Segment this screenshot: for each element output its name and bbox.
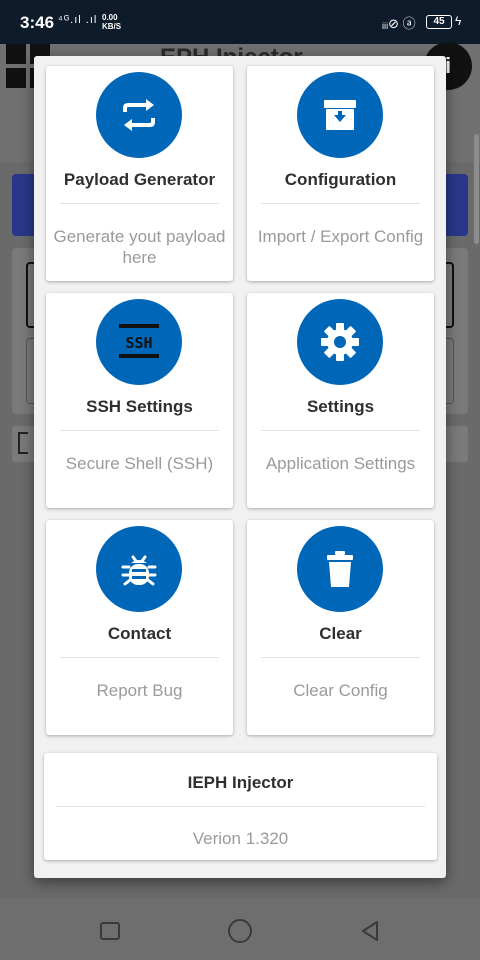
network-speed-unit: KB/S — [102, 22, 122, 31]
ssh-label: SSH — [125, 334, 152, 352]
payload-generator-title: Payload Generator — [63, 170, 216, 189]
scrollbar — [474, 134, 479, 244]
bug-icon — [121, 555, 157, 586]
clear-card[interactable]: Clear Clear Config — [247, 520, 434, 735]
charging-icon: ϟ — [455, 14, 462, 28]
ssh-settings-icon-circle: SSH — [96, 299, 182, 385]
app-version: Verion 1.320 — [192, 829, 289, 848]
menu-dialog: Payload Generator Generate yout payload … — [34, 56, 446, 878]
recents-button[interactable] — [100, 922, 120, 940]
back-button[interactable] — [358, 919, 382, 943]
contact-title: Contact — [107, 624, 172, 643]
archive-box-icon — [324, 100, 356, 130]
ssh-settings-subtitle: Secure Shell (SSH) — [65, 454, 214, 473]
contact-icon-circle — [96, 526, 182, 612]
card-divider — [60, 203, 219, 204]
contact-subtitle: Report Bug — [96, 681, 183, 700]
ssh-icon: SSH — [119, 324, 159, 358]
configuration-title: Configuration — [284, 170, 397, 189]
signal-icon: ⁴ᴳ.ıl .ıl — [58, 14, 98, 26]
battery-icon: 45 — [426, 15, 452, 29]
settings-subtitle: Application Settings — [265, 454, 416, 473]
status-time: 3:46 — [20, 13, 55, 32]
card-divider — [261, 430, 420, 431]
card-divider — [60, 430, 219, 431]
bracket-icon — [18, 432, 28, 454]
trash-icon — [327, 551, 353, 587]
swap-arrows-icon — [123, 99, 155, 131]
configuration-card[interactable]: Configuration Import / Export Config — [247, 66, 434, 281]
status-bar: 3:46 ⁴ᴳ.ıl .ıl 0.00 KB/S ᵢᵢᵢ⊘ ⓐ 45 ϟ — [0, 0, 480, 44]
about-card: IEPH Injector Verion 1.320 — [44, 753, 437, 860]
contact-card[interactable]: Contact Report Bug — [46, 520, 233, 735]
payload-generator-card[interactable]: Payload Generator Generate yout payload … — [46, 66, 233, 281]
network-speed-value: 0.00 — [102, 13, 118, 22]
ssh-settings-card[interactable]: SSH SSH Settings Secure Shell (SSH) — [46, 293, 233, 508]
settings-card[interactable]: Settings Application Settings — [247, 293, 434, 508]
payload-generator-subtitle: Generate yout payload here — [53, 227, 226, 267]
clear-subtitle: Clear Config — [293, 681, 388, 700]
gear-icon — [321, 323, 359, 361]
settings-title: Settings — [306, 397, 375, 416]
network-speed: 0.00 KB/S — [102, 13, 121, 31]
status-icons: ᵢᵢᵢ⊘ ⓐ — [382, 16, 416, 31]
configuration-icon-circle — [297, 72, 383, 158]
home-button[interactable] — [228, 919, 252, 943]
ssh-settings-title: SSH Settings — [86, 397, 193, 416]
settings-icon-circle — [297, 299, 383, 385]
card-divider — [261, 203, 420, 204]
clear-icon-circle — [297, 526, 383, 612]
card-divider — [261, 657, 420, 658]
configuration-subtitle: Import / Export Config — [257, 227, 424, 246]
card-divider — [60, 657, 219, 658]
card-divider — [56, 806, 425, 807]
payload-generator-icon-circle — [96, 72, 182, 158]
clear-title: Clear — [319, 624, 362, 643]
app-name: IEPH Injector — [187, 773, 294, 792]
